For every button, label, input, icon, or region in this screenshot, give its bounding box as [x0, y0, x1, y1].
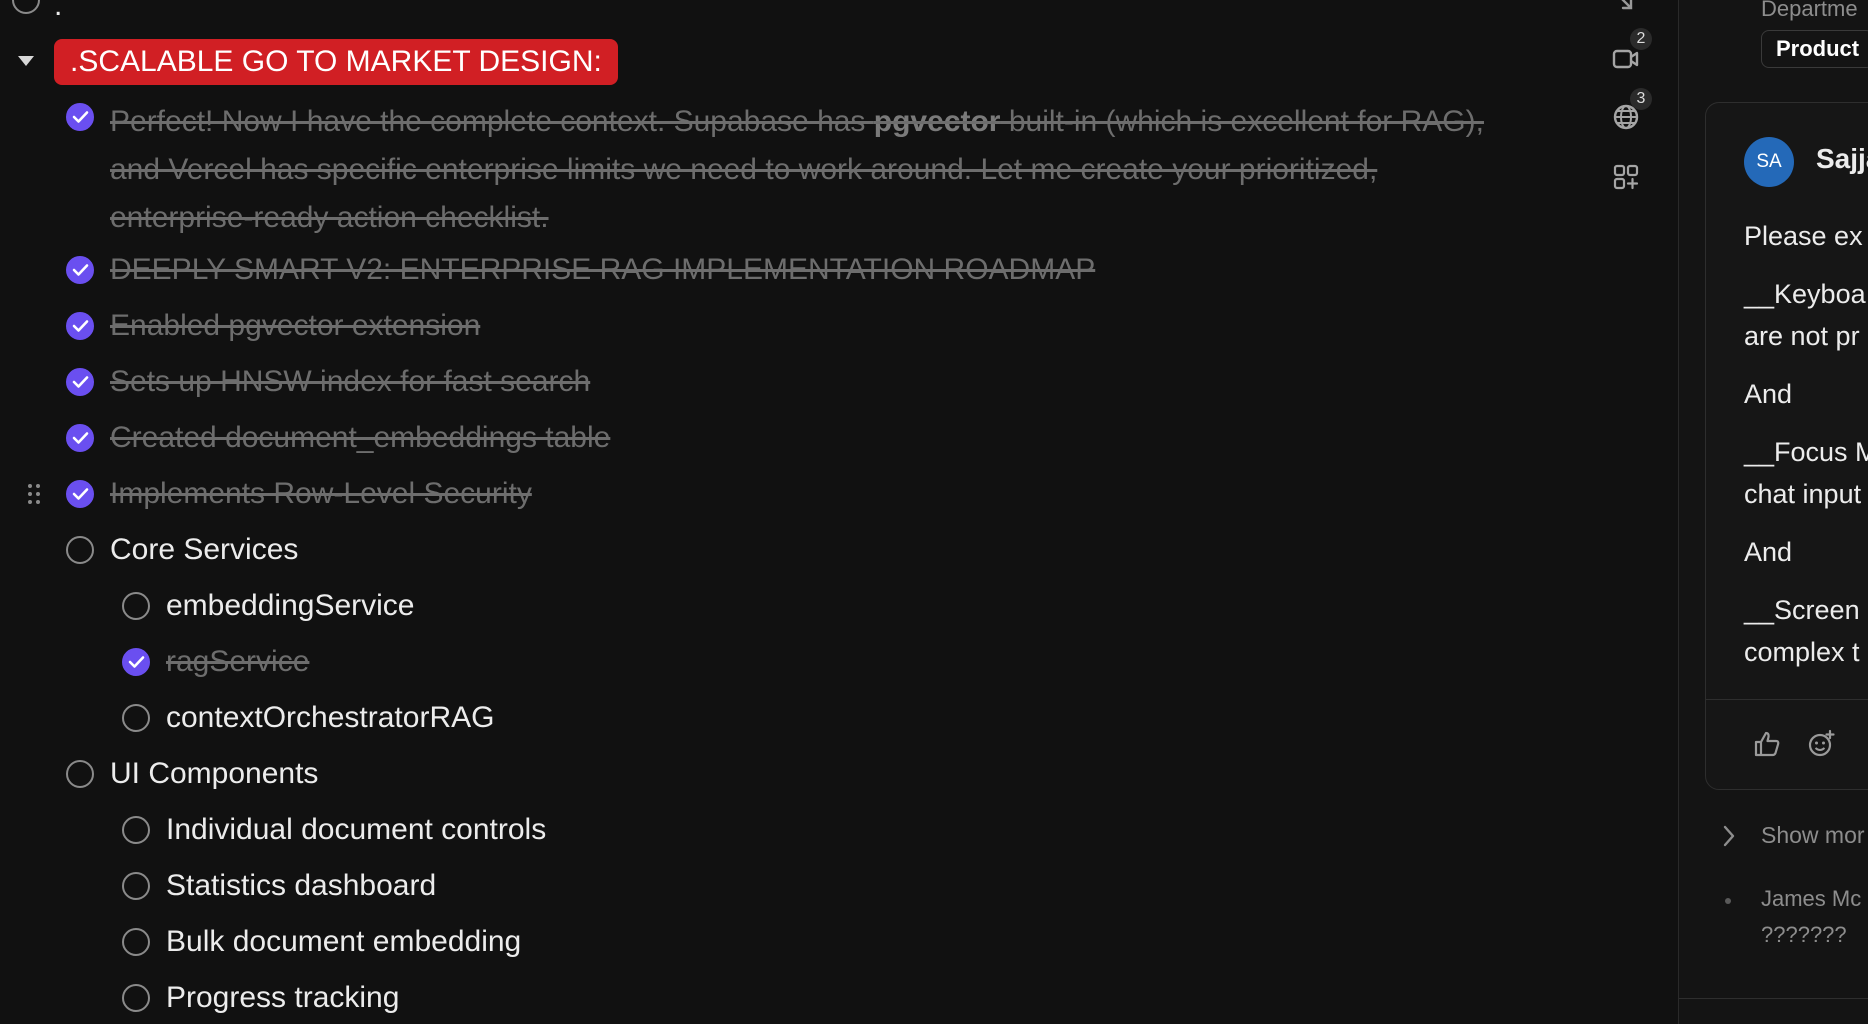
task-label[interactable]: contextOrchestratorRAG: [166, 698, 494, 738]
task-label[interactable]: UI Components: [110, 754, 318, 794]
comment-line: complex t: [1744, 637, 1860, 667]
comment-line: Please ex: [1744, 221, 1863, 251]
reply-author[interactable]: James Mc: [1761, 886, 1861, 912]
task-label: .: [54, 0, 63, 22]
task-checkbox[interactable]: [122, 704, 150, 732]
task-checkbox[interactable]: [66, 536, 94, 564]
reply-text: ???????: [1761, 922, 1847, 947]
comment-line: __Keyboa: [1744, 279, 1866, 309]
intro-bold-text: pgvector: [873, 105, 1001, 138]
details-panel: Departme Product SA Sajja Please ex __Ke…: [1678, 0, 1868, 1024]
task-checkbox[interactable]: [122, 592, 150, 620]
avatar: SA: [1744, 137, 1794, 187]
task-label[interactable]: Individual document controls: [166, 810, 546, 850]
intro-text: Perfect! Now I have the complete context…: [110, 105, 874, 138]
task-checkbox[interactable]: [122, 816, 150, 844]
task-checkbox[interactable]: [122, 872, 150, 900]
panel-bottom-divider: [1679, 998, 1868, 999]
task-label[interactable]: Bulk document embedding: [166, 922, 521, 962]
task-label[interactable]: Statistics dashboard: [166, 866, 436, 906]
task-label[interactable]: Core Services: [110, 530, 298, 570]
task-checkbox[interactable]: [66, 103, 94, 131]
task-label[interactable]: embeddingService: [166, 586, 414, 626]
task-checkbox[interactable]: [122, 984, 150, 1012]
task-list-pane: . .SCALABLE GO TO MARKET DESIGN: Perfect…: [0, 0, 1678, 1024]
comment-line: And: [1744, 537, 1793, 567]
comment-card: SA Sajja Please ex __Keyboa are not pr A…: [1705, 102, 1868, 790]
task-label[interactable]: Implements Row-Level Security: [110, 474, 532, 514]
task-label[interactable]: Progress tracking: [166, 978, 399, 1018]
drag-handle-icon[interactable]: [26, 482, 42, 506]
task-checkbox[interactable]: [66, 256, 94, 284]
section-heading-tag: .SCALABLE GO TO MARKET DESIGN:: [54, 39, 618, 85]
task-checkbox[interactable]: [66, 480, 94, 508]
completed-intro-paragraph: Perfect! Now I have the complete context…: [110, 98, 1490, 242]
task-checkbox[interactable]: [66, 368, 94, 396]
chevron-right-icon[interactable]: [1721, 824, 1737, 848]
collapse-triangle-icon[interactable]: [16, 54, 36, 68]
comment-line: chat input: [1744, 479, 1862, 509]
apps-add-icon[interactable]: [1611, 162, 1641, 192]
comment-author[interactable]: Sajja: [1816, 143, 1868, 175]
card-divider: [1706, 699, 1868, 700]
thumbs-up-icon[interactable]: [1752, 729, 1782, 759]
video-count-badge: 2: [1630, 28, 1652, 50]
collapse-icon[interactable]: [1611, 0, 1641, 20]
task-checkbox[interactable]: [66, 760, 94, 788]
comment-line: are not pr: [1744, 321, 1860, 351]
task-checkbox[interactable]: [122, 648, 150, 676]
add-reaction-icon[interactable]: [1806, 729, 1836, 759]
task-label[interactable]: DEEPLY SMART V2: ENTERPRISE RAG IMPLEMEN…: [110, 250, 1095, 290]
task-label[interactable]: ragService: [166, 642, 309, 682]
show-more-link[interactable]: Show mor: [1761, 822, 1865, 849]
task-checkbox[interactable]: [122, 928, 150, 956]
task-checkbox[interactable]: [12, 0, 40, 14]
task-label[interactable]: Sets up HNSW index for fast search: [110, 362, 590, 402]
department-label: Departme: [1761, 0, 1858, 21]
task-checkbox[interactable]: [66, 312, 94, 340]
globe-count-badge: 3: [1630, 88, 1652, 110]
reply-bullet: [1725, 898, 1731, 904]
task-label[interactable]: Created document_embeddings table: [110, 418, 610, 458]
task-label[interactable]: Enabled pgvector extension: [110, 306, 480, 346]
task-checkbox[interactable]: [66, 424, 94, 452]
comment-line: And: [1744, 379, 1793, 409]
comment-line: __Focus M: [1744, 437, 1868, 467]
comment-line: __Screen: [1744, 595, 1860, 625]
department-value-chip[interactable]: Product: [1761, 30, 1868, 68]
